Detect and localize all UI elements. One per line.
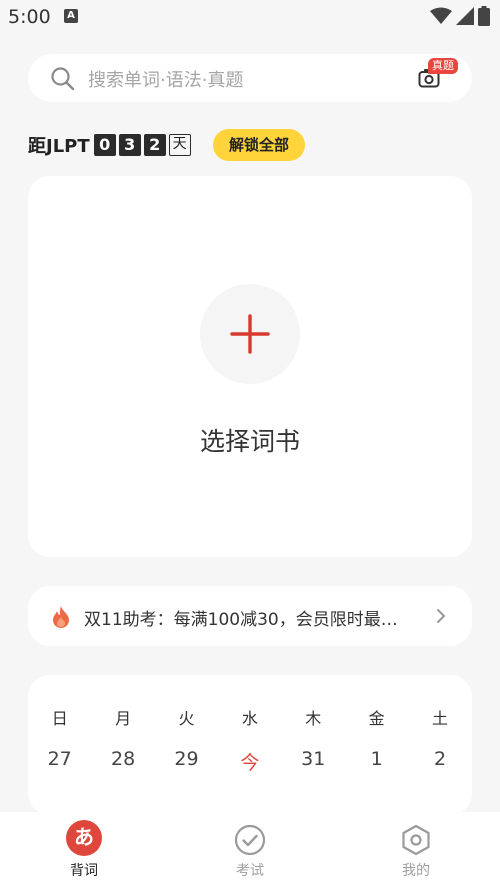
- nav-label-study: 背词: [70, 863, 98, 879]
- weekday-label: 火: [178, 709, 195, 728]
- promo-banner[interactable]: 双11助考：每满100减30，会员限时最…: [28, 586, 472, 646]
- nav-tab-mine[interactable]: 我的: [366, 812, 466, 880]
- status-indicators: [430, 6, 490, 26]
- countdown-digit: 2: [143, 134, 166, 156]
- plus-icon: [230, 314, 270, 354]
- search-input[interactable]: 搜索单词·语法·真题: [88, 66, 243, 92]
- weekday-label: 木: [305, 709, 322, 728]
- calendar-date[interactable]: 29: [155, 748, 218, 775]
- week-calendar: 日 月 火 水 木 金 土 27 28 29 今 31 1 2: [28, 675, 472, 815]
- add-book-button[interactable]: [200, 284, 300, 384]
- countdown-prefix: 距JLPT: [28, 136, 90, 157]
- chevron-right-icon: [437, 609, 445, 623]
- weekday-row: 日 月 火 水 木 金 土: [28, 705, 472, 729]
- search-bar[interactable]: 搜索单词·语法·真题 真题: [28, 54, 472, 102]
- choose-book-label: 选择词书: [199, 427, 300, 456]
- calendar-date[interactable]: 1: [345, 748, 408, 775]
- calendar-date[interactable]: 27: [28, 748, 91, 775]
- wifi-icon: [430, 7, 452, 24]
- nav-label-exam: 考试: [236, 863, 264, 879]
- weekday-label: 水: [241, 709, 258, 728]
- cellular-signal-icon: [456, 7, 474, 25]
- profile-hexagon-icon: [402, 824, 430, 856]
- calendar-date[interactable]: 2: [408, 748, 471, 775]
- weekday-label: 土: [432, 709, 449, 728]
- calendar-date-today[interactable]: 今: [218, 748, 281, 775]
- status-time: 5:00: [8, 6, 51, 28]
- nav-tab-study[interactable]: あ 背词: [34, 812, 134, 880]
- weekday-label: 日: [51, 709, 68, 728]
- unlock-all-button[interactable]: 解锁全部: [213, 129, 305, 161]
- date-row: 27 28 29 今 31 1 2: [28, 748, 472, 775]
- study-icon: あ: [66, 820, 102, 856]
- calendar-date[interactable]: 28: [91, 748, 154, 775]
- nav-tab-exam[interactable]: 考试: [200, 812, 300, 880]
- check-circle-icon: [234, 824, 266, 856]
- battery-icon: [478, 6, 490, 26]
- real-exam-badge: 真题: [428, 58, 458, 74]
- countdown-digit: 3: [118, 134, 141, 156]
- choose-book-card[interactable]: 选择词书: [28, 176, 472, 557]
- flame-icon: [53, 606, 69, 628]
- search-icon: [51, 67, 75, 91]
- weekday-label: 月: [115, 709, 132, 728]
- calendar-date[interactable]: 31: [282, 748, 345, 775]
- nav-label-mine: 我的: [402, 863, 430, 879]
- status-bar: 5:00 A: [0, 0, 500, 34]
- notification-app-icon: A: [64, 9, 78, 23]
- promo-text: 双11助考：每满100减30，会员限时最…: [84, 610, 398, 630]
- jlpt-countdown: 距JLPT 0 3 2 天: [28, 130, 191, 160]
- countdown-digit: 0: [93, 134, 116, 156]
- bottom-nav: あ 背词 考试 我的: [0, 812, 500, 888]
- weekday-label: 金: [368, 709, 385, 728]
- countdown-unit: 天: [168, 134, 191, 156]
